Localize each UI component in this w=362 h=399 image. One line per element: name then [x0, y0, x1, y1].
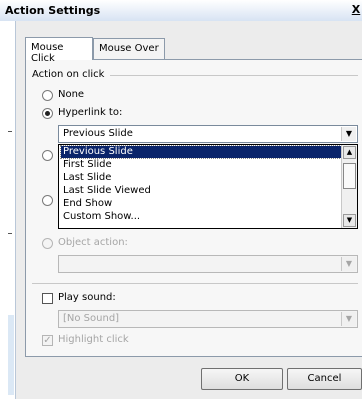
background-tick [8, 233, 12, 234]
object-action-combo[interactable]: ▼ [58, 255, 358, 273]
tab-mouse-over[interactable]: Mouse Over [93, 38, 165, 59]
none-radio[interactable] [42, 90, 53, 101]
play-sound-label: Play sound: [58, 292, 116, 303]
hyperlink-dropdown-list[interactable]: Previous Slide First Slide Last Slide La… [58, 144, 358, 229]
macro-radio[interactable] [42, 195, 53, 206]
scroll-up-icon[interactable]: ▲ [343, 146, 356, 159]
cancel-button[interactable]: Cancel [287, 368, 362, 390]
list-item[interactable]: Previous Slide [60, 145, 344, 159]
list-item[interactable]: Last Slide [61, 172, 343, 184]
window-title: Action Settings [5, 4, 101, 17]
hyperlink-combo-value: Previous Slide [63, 128, 133, 139]
highlight-click-label: Highlight click [58, 334, 129, 345]
close-button[interactable]: X [350, 3, 362, 17]
list-item[interactable]: Custom Show... [61, 211, 343, 223]
none-label: None [58, 89, 85, 100]
program-radio[interactable] [42, 150, 53, 161]
sound-combo[interactable]: [No Sound] ▼ [58, 310, 358, 328]
group-divider [110, 75, 358, 76]
list-item[interactable]: End Show [61, 198, 343, 210]
sound-combo-value: [No Sound] [63, 313, 120, 324]
list-item[interactable]: Last Slide Viewed [61, 185, 343, 197]
scroll-down-icon[interactable]: ▼ [343, 214, 356, 227]
chevron-down-icon[interactable]: ▼ [341, 312, 356, 326]
chevron-down-icon[interactable]: ▼ [341, 127, 356, 141]
hyperlink-label: Hyperlink to: [58, 107, 123, 118]
background-tick [8, 131, 12, 132]
object-action-label: Object action: [58, 237, 128, 248]
list-item[interactable]: First Slide [61, 159, 343, 171]
highlight-click-checkbox[interactable]: ✓ [42, 335, 53, 346]
action-group-label: Action on click [32, 69, 109, 80]
tab-label: Mouse Over [99, 43, 159, 54]
title-bar: Action Settings X [0, 0, 362, 22]
play-sound-checkbox[interactable] [42, 293, 53, 304]
hyperlink-combo[interactable]: Previous Slide ▼ [58, 125, 358, 143]
tab-mouse-click[interactable]: Mouse Click [25, 37, 93, 64]
object-action-radio[interactable] [42, 238, 53, 249]
ok-button[interactable]: OK [201, 368, 283, 390]
section-divider [32, 283, 358, 284]
hyperlink-radio[interactable] [42, 108, 53, 119]
background-strip [8, 315, 14, 395]
scroll-thumb[interactable] [343, 163, 356, 189]
list-scrollbar[interactable]: ▲ ▼ [341, 145, 357, 228]
chevron-down-icon[interactable]: ▼ [341, 257, 356, 271]
